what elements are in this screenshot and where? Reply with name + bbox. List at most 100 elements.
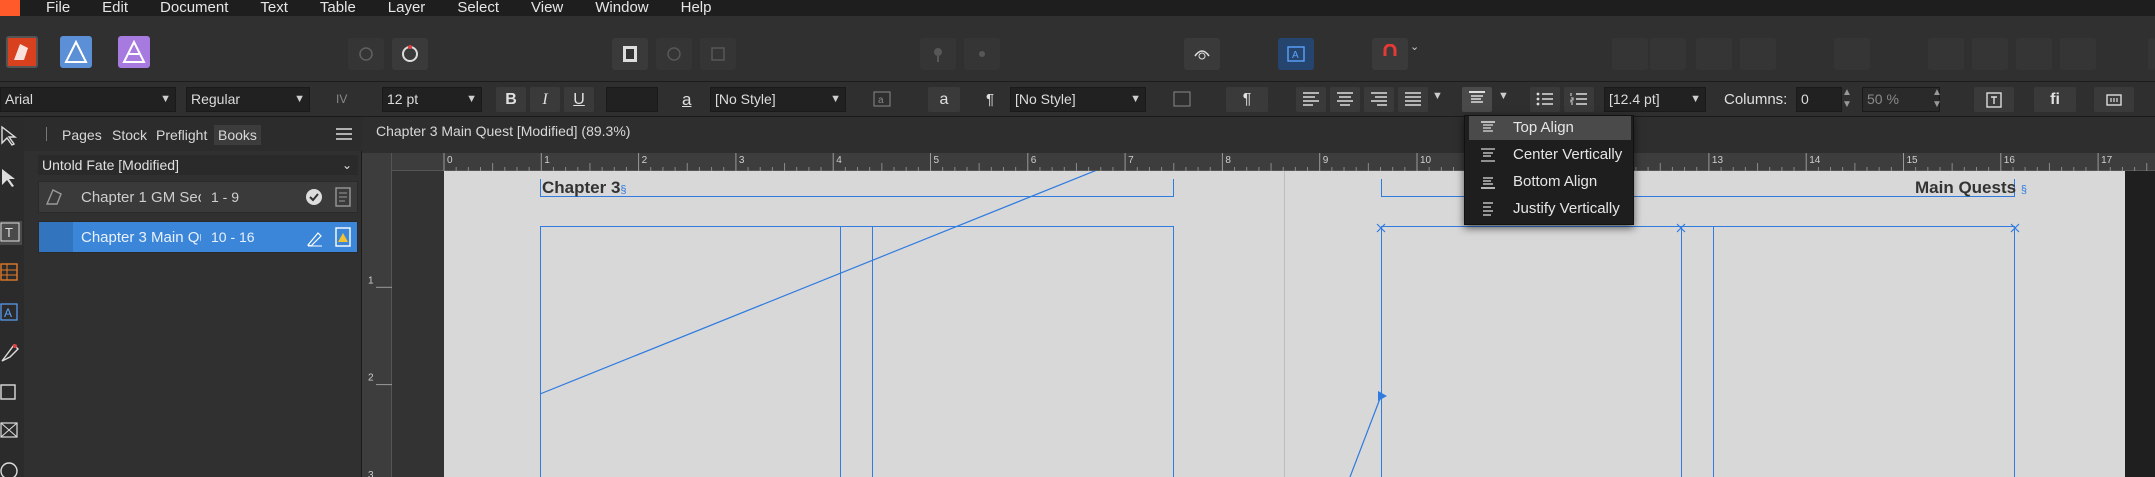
text-frame-button[interactable]: A xyxy=(1278,38,1314,70)
zoom-stepper[interactable]: ▲ ▼ xyxy=(1932,87,1942,111)
paragraph-style-field[interactable]: [No Style] ▼ xyxy=(1010,87,1146,112)
menu-help[interactable]: Help xyxy=(681,0,712,16)
chapter-document-icon[interactable] xyxy=(333,186,353,212)
snapping-toggle-button[interactable] xyxy=(348,38,384,70)
text-wrap-button[interactable] xyxy=(1184,38,1220,70)
italic-button[interactable]: I xyxy=(530,87,560,112)
text-color-swatch[interactable] xyxy=(606,87,658,112)
tab-preflight[interactable]: Preflight xyxy=(152,125,211,145)
paragraph-style-panel-icon[interactable] xyxy=(1172,89,1194,109)
align-center-button[interactable] xyxy=(1330,87,1360,112)
menu-item-center-vertically[interactable]: Center Vertically xyxy=(1469,143,1631,167)
bold-button[interactable]: B xyxy=(496,87,526,112)
tab-pages[interactable]: Pages xyxy=(58,125,106,145)
align-button-5[interactable] xyxy=(2148,38,2155,70)
baseline-grid-button[interactable] xyxy=(1372,38,1408,70)
move-tool[interactable] xyxy=(0,125,22,149)
arrange-button-4[interactable] xyxy=(1740,38,1776,70)
vertical-align-button[interactable] xyxy=(1462,87,1492,112)
preview-mode-button[interactable] xyxy=(612,38,648,70)
justify-icon xyxy=(1405,92,1421,106)
page-spread[interactable]: Chapter 3§ Main Quests § xyxy=(444,171,2125,477)
pen-tool[interactable] xyxy=(0,341,22,365)
character-style-panel-icon[interactable]: a xyxy=(872,89,894,109)
font-style-field[interactable]: Regular ▼ xyxy=(186,87,310,112)
ruler-tick-label: 6 xyxy=(1031,155,1037,166)
menu-item-top-align[interactable]: Top Align xyxy=(1469,116,1631,140)
unpin-button[interactable] xyxy=(964,38,1000,70)
rectangle-tool[interactable] xyxy=(0,381,22,405)
menu-layer[interactable]: Layer xyxy=(388,0,426,16)
arrange-button-3[interactable] xyxy=(1696,38,1732,70)
horizontal-ruler[interactable]: 01234567891011121314151617 xyxy=(392,153,2155,171)
typography-button[interactable] xyxy=(2094,87,2134,112)
align-button-2[interactable] xyxy=(1972,38,2008,70)
align-button-4[interactable] xyxy=(2060,38,2096,70)
justify-dropdown-chevron-icon[interactable]: ▼ xyxy=(1432,90,1443,102)
align-button-1[interactable] xyxy=(1928,38,1964,70)
vertical-align-chevron-icon[interactable]: ▼ xyxy=(1498,90,1509,102)
menu-item-bottom-align[interactable]: Bottom Align xyxy=(1469,170,1631,194)
zoom-field[interactable]: 50 % xyxy=(1862,87,1940,112)
paragraph-glyph-a-button[interactable]: a xyxy=(928,87,960,112)
pin-button[interactable] xyxy=(920,38,956,70)
menu-window[interactable]: Window xyxy=(595,0,648,16)
book-selector[interactable]: Untold Fate [Modified] ⌄ xyxy=(38,155,358,175)
font-size-field[interactable]: 12 pt ▼ xyxy=(382,87,482,112)
photo-persona-button[interactable] xyxy=(118,36,150,68)
table-tool[interactable] xyxy=(0,261,22,285)
clip-mode-button[interactable] xyxy=(700,38,736,70)
menu-view[interactable]: View xyxy=(531,0,563,16)
frame-text-tool[interactable]: A xyxy=(0,301,22,325)
menu-file[interactable]: File xyxy=(46,0,70,16)
underline-button[interactable]: U xyxy=(564,87,594,112)
arrange-button-2[interactable] xyxy=(1650,38,1686,70)
menu-item-justify-vertically[interactable]: Justify Vertically xyxy=(1469,197,1631,221)
character-style-field[interactable]: [No Style] ▼ xyxy=(710,87,846,112)
font-family-field[interactable]: Arial ▼ xyxy=(0,87,176,112)
align-left-button[interactable] xyxy=(1296,87,1326,112)
menu-edit[interactable]: Edit xyxy=(102,0,128,16)
ruler-tick-label: 3 xyxy=(368,470,374,477)
document-tab-title[interactable]: Chapter 3 Main Quest [Modified] (89.3%) xyxy=(376,123,630,139)
wrap-icon xyxy=(1194,50,1210,60)
paragraph-panel-button[interactable]: ¶ xyxy=(1226,87,1268,112)
tab-books[interactable]: Books xyxy=(214,125,261,145)
node-tool[interactable] xyxy=(0,167,22,191)
vertical-ruler[interactable]: 1 2 3 xyxy=(362,153,392,477)
book-chapter-row[interactable]: Chapter 3 Main Qu 10 - 16 xyxy=(38,221,358,253)
warning-document-icon[interactable] xyxy=(333,226,353,252)
artistic-text-tool[interactable]: T xyxy=(0,221,22,245)
tab-stock[interactable]: Stock xyxy=(108,125,151,145)
publisher-persona-button[interactable] xyxy=(6,36,38,68)
book-chapter-row[interactable]: Chapter 1 GM Sec 1 - 9 xyxy=(38,181,358,213)
document-canvas[interactable]: Chapter 3§ Main Quests § xyxy=(392,171,2155,477)
menu-table[interactable]: Table xyxy=(320,0,356,16)
panel-menu-icon[interactable] xyxy=(336,127,352,140)
columns-field[interactable]: 0 xyxy=(1796,87,1842,112)
transform-button[interactable] xyxy=(1834,38,1870,70)
arrange-button-1[interactable] xyxy=(1612,38,1648,70)
align-button-3[interactable] xyxy=(2016,38,2052,70)
picture-frame-tool[interactable] xyxy=(0,419,22,443)
ellipse-tool[interactable] xyxy=(0,457,22,477)
baseline-dropdown-chevron-icon[interactable]: ⌄ xyxy=(1410,40,1419,53)
tab-divider xyxy=(46,127,47,141)
bleed-mode-button[interactable] xyxy=(656,38,692,70)
vertical-align-menu: Top Align Center Vertically Bottom Align… xyxy=(1464,115,1634,225)
text-frame-settings-button[interactable] xyxy=(1974,87,2014,112)
menu-text[interactable]: Text xyxy=(260,0,288,16)
snapping-settings-button[interactable] xyxy=(392,38,428,70)
horizontal-ruler-ticks: 01234567891011121314151617 xyxy=(443,153,2148,171)
menu-document[interactable]: Document xyxy=(160,0,228,16)
pin-icon xyxy=(934,48,942,62)
leading-field[interactable]: [12.4 pt] ▼ xyxy=(1604,87,1706,112)
numbered-list-button[interactable] xyxy=(1564,87,1594,112)
menu-select[interactable]: Select xyxy=(457,0,499,16)
bullets-button[interactable] xyxy=(1530,87,1560,112)
designer-persona-button[interactable] xyxy=(60,36,92,68)
columns-stepper[interactable]: ▲ ▼ xyxy=(1842,87,1852,111)
align-right-button[interactable] xyxy=(1364,87,1394,112)
ligature-button[interactable]: fi xyxy=(2034,87,2076,112)
justify-button[interactable] xyxy=(1398,87,1428,112)
